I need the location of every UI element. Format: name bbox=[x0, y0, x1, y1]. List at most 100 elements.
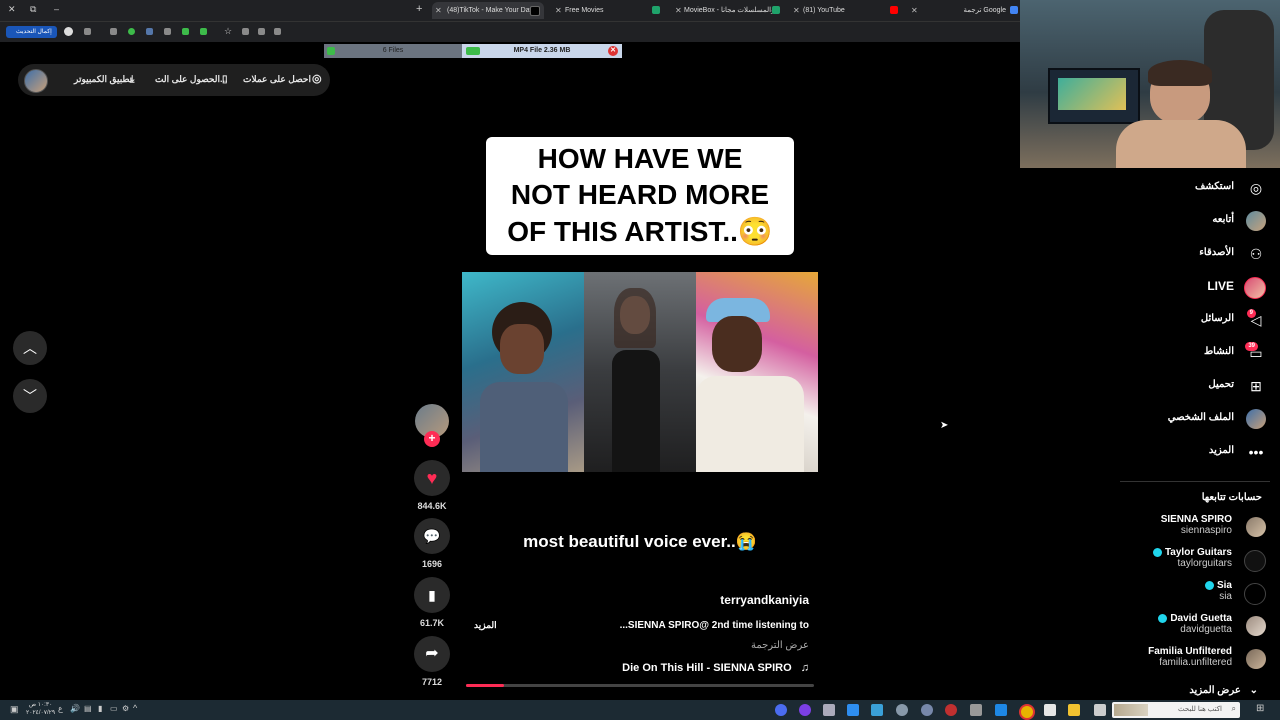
download-files-summary[interactable]: 6 Files bbox=[324, 44, 462, 58]
window-restore-icon[interactable]: ⧉ bbox=[30, 4, 36, 15]
extension-icon[interactable] bbox=[200, 28, 207, 35]
task-view-icon[interactable] bbox=[1094, 704, 1106, 716]
app-icon[interactable] bbox=[823, 704, 835, 716]
tray-expand-icon[interactable]: ^ bbox=[133, 703, 137, 713]
sidebar-item-upload[interactable]: تحميل ⊞ bbox=[1126, 375, 1266, 397]
extension-icon[interactable] bbox=[84, 28, 91, 35]
see-translation-link[interactable]: عرض الترجمة bbox=[650, 640, 809, 651]
sidebar-divider bbox=[1120, 481, 1270, 482]
tab-search-icon[interactable]: ✕ bbox=[8, 4, 16, 15]
close-tab-icon[interactable]: ✕ bbox=[675, 2, 682, 19]
see-more-accounts[interactable]: عرض المزيد ⌄ bbox=[1189, 685, 1258, 696]
edge-icon[interactable] bbox=[995, 704, 1007, 716]
new-tab-button[interactable]: + bbox=[416, 3, 422, 15]
following-account[interactable]: Sia sia bbox=[1204, 580, 1232, 602]
tab-tiktok[interactable]: ✕ (48)TikTok - Make Your Day bbox=[432, 2, 544, 19]
sidebar-item-profile[interactable]: الملف الشخصي bbox=[1126, 408, 1266, 430]
download-files-label: 6 Files bbox=[382, 47, 404, 54]
sidebar-item-explore[interactable]: استكشف ◎ bbox=[1126, 177, 1266, 199]
extension-icon[interactable] bbox=[146, 28, 153, 35]
close-tab-icon[interactable]: ✕ bbox=[793, 2, 800, 19]
description-more-link[interactable]: المزيد bbox=[474, 620, 497, 631]
follow-plus-icon[interactable]: + bbox=[424, 431, 440, 447]
next-video-button[interactable]: ﹀ bbox=[13, 379, 47, 413]
notification-icon[interactable]: ▣ bbox=[10, 704, 19, 715]
account-avatar[interactable] bbox=[1246, 616, 1266, 636]
sidebar-item-friends[interactable]: الأصدقاء ⚇ bbox=[1126, 243, 1266, 265]
language-icon[interactable]: ع bbox=[58, 704, 63, 713]
store-icon[interactable] bbox=[1044, 704, 1056, 716]
close-tab-icon[interactable]: ✕ bbox=[555, 2, 562, 19]
sidebar-item-live[interactable]: LIVE bbox=[1126, 276, 1266, 299]
app-icon[interactable] bbox=[921, 704, 933, 716]
start-button-icon[interactable]: ⊞ bbox=[1256, 703, 1264, 714]
video-progress-bar[interactable] bbox=[466, 684, 814, 687]
account-avatar[interactable] bbox=[1244, 583, 1266, 605]
file-explorer-icon[interactable] bbox=[1068, 704, 1080, 716]
translate-favicon-icon bbox=[1010, 6, 1018, 14]
account-avatar[interactable] bbox=[1244, 550, 1266, 572]
app-icon[interactable] bbox=[775, 704, 787, 716]
video-caption: most beautiful voice ever..😭 bbox=[523, 532, 757, 551]
microphone-icon[interactable]: ▮ bbox=[98, 704, 102, 713]
sidebar-item-activity[interactable]: النشاط ▭ 39 bbox=[1126, 342, 1266, 364]
chrome-icon[interactable] bbox=[1019, 704, 1035, 720]
cast-icon[interactable] bbox=[274, 28, 281, 35]
install-icon[interactable] bbox=[258, 28, 265, 35]
extension-icon[interactable] bbox=[164, 28, 171, 35]
update-button[interactable]: إكمال التحديث bbox=[6, 26, 57, 38]
get-app-link[interactable]: الحصول على الت... bbox=[155, 74, 228, 85]
share-button[interactable]: ➦ bbox=[414, 636, 450, 672]
following-account[interactable]: Taylor Guitars taylorguitars bbox=[1152, 547, 1232, 569]
user-avatar[interactable] bbox=[24, 69, 48, 93]
account-avatar[interactable] bbox=[1246, 517, 1266, 537]
sidebar-item-following[interactable]: أتابعه bbox=[1126, 210, 1266, 232]
tab-free-movies[interactable]: ✕ Free Movies bbox=[552, 2, 664, 19]
save-count: 61.7K bbox=[419, 618, 445, 628]
tab-youtube[interactable]: ✕ (81) YouTube bbox=[790, 2, 902, 19]
app-icon[interactable] bbox=[945, 704, 957, 716]
battery-icon[interactable]: ▭ bbox=[110, 704, 118, 713]
close-tab-icon[interactable]: ✕ bbox=[435, 2, 442, 19]
profile-icon[interactable] bbox=[64, 27, 73, 36]
sidebar-item-label: المزيد bbox=[1208, 445, 1234, 456]
settings-tray-icon[interactable]: ⚙ bbox=[122, 704, 129, 713]
like-button[interactable]: ♥ bbox=[414, 460, 450, 496]
sidebar-item-more[interactable]: المزيد ••• bbox=[1126, 441, 1266, 463]
bookmark-star-icon[interactable]: ☆ bbox=[224, 26, 232, 37]
download-current-file[interactable]: MP4 File 2.36 MB ✕ bbox=[462, 44, 622, 58]
extension-icon[interactable] bbox=[110, 28, 117, 35]
app-icon[interactable] bbox=[799, 704, 811, 716]
app-icon[interactable] bbox=[871, 704, 883, 716]
comment-button[interactable]: 💬 bbox=[414, 518, 450, 554]
cancel-download-icon[interactable]: ✕ bbox=[608, 46, 618, 56]
app-icon[interactable] bbox=[970, 704, 982, 716]
clock[interactable]: ١٠:٣٠ ص ٢٠٢٤/٠٧/٢٩ bbox=[26, 701, 55, 717]
get-coins-link[interactable]: احصل على عملات bbox=[243, 74, 311, 85]
network-icon[interactable]: ▤ bbox=[84, 704, 92, 713]
tab-google-translate[interactable]: ✕ ترجمة Google bbox=[908, 2, 1020, 19]
following-account[interactable]: David Guetta davidguetta bbox=[1158, 613, 1232, 635]
previous-video-button[interactable]: ︿ bbox=[13, 331, 47, 365]
author-username[interactable]: terryandkaniyia bbox=[600, 593, 809, 607]
settings-app-icon[interactable] bbox=[896, 704, 908, 716]
volume-icon[interactable]: 🔊 bbox=[70, 704, 80, 713]
account-avatar[interactable] bbox=[1246, 649, 1266, 669]
taskbar-search-input[interactable]: اكتب هنا للبحث ⌕ bbox=[1112, 702, 1240, 718]
tab-moviebox[interactable]: ✕ MovieBox - والمسلسلات مجانا bbox=[672, 2, 784, 19]
extension-icon[interactable] bbox=[128, 28, 135, 35]
activity-badge: 39 bbox=[1245, 342, 1258, 351]
tab-label: (81) YouTube bbox=[803, 7, 845, 14]
extension-icon[interactable] bbox=[182, 28, 189, 35]
desktop-app-link[interactable]: تطبيق الكمبيوتر bbox=[74, 74, 132, 85]
following-account[interactable]: Familia Unfiltered familia.unfiltered bbox=[1148, 646, 1232, 668]
sidebar-item-messages[interactable]: الرسائل ◁ 9 bbox=[1126, 309, 1266, 331]
minimize-icon[interactable]: – bbox=[54, 4, 59, 14]
following-account[interactable]: SIENNA SPIRO siennaspiro bbox=[1161, 514, 1232, 536]
save-button[interactable]: ▮ bbox=[414, 577, 450, 613]
sound-link[interactable]: Die On This Hill - SIENNA SPIRO ♫ bbox=[560, 662, 809, 674]
zoom-icon[interactable] bbox=[242, 28, 249, 35]
close-tab-icon[interactable]: ✕ bbox=[911, 2, 918, 19]
mouse-cursor-icon: ➤ bbox=[940, 420, 949, 431]
app-icon[interactable] bbox=[847, 704, 859, 716]
